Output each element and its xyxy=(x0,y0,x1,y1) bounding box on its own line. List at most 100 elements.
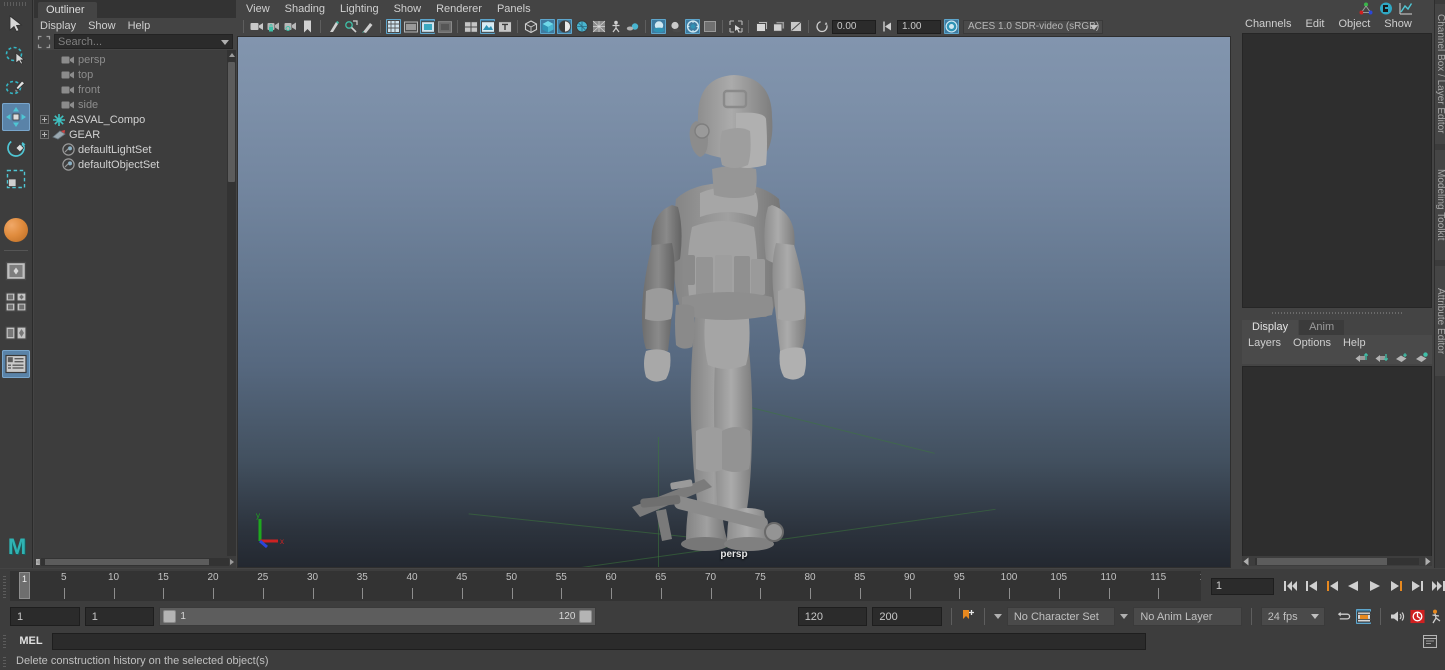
channel-box-list[interactable] xyxy=(1242,33,1432,308)
render-view-icon[interactable] xyxy=(788,19,803,34)
step-forward-keyframe-button[interactable] xyxy=(1409,579,1424,594)
outliner-item-defaultobjectset[interactable]: defaultObjectSet xyxy=(34,157,236,172)
outliner-item-side[interactable]: side xyxy=(34,97,236,112)
status-bar-grip[interactable] xyxy=(0,654,10,668)
hscroll-thumb[interactable] xyxy=(1257,558,1387,565)
lock-camera-icon[interactable] xyxy=(266,19,281,34)
expand-toggle-icon[interactable] xyxy=(40,115,49,124)
textured-shade-icon[interactable] xyxy=(574,19,589,34)
chevron-down-icon[interactable] xyxy=(1090,25,1098,30)
character-walk-button[interactable] xyxy=(1430,609,1445,624)
step-back-keyframe-button[interactable] xyxy=(1304,579,1319,594)
scroll-right-arrow-icon[interactable] xyxy=(230,559,234,565)
playback-speed-dropdown[interactable]: 24 fps xyxy=(1261,607,1325,626)
shadows-icon[interactable] xyxy=(668,19,683,34)
gate-mask-icon[interactable] xyxy=(437,19,452,34)
playback-end-time-field[interactable]: 120 xyxy=(798,607,868,626)
outliner-horizontal-scrollbar[interactable] xyxy=(34,556,236,568)
script-editor-button[interactable] xyxy=(1422,634,1437,649)
anim-layer-field[interactable]: No Anim Layer xyxy=(1133,607,1241,626)
motion-blur-icon[interactable] xyxy=(702,19,717,34)
chevron-down-icon[interactable] xyxy=(1311,614,1319,619)
viewport-menu-view[interactable]: View xyxy=(246,3,270,15)
scale-tool[interactable] xyxy=(2,165,30,193)
outliner-tree[interactable]: persptopfrontsideASVAL_CompoGEARdefaultL… xyxy=(34,50,236,556)
outliner-item-top[interactable]: top xyxy=(34,67,236,82)
time-slider[interactable]: 1 51015202530354045505560657075808590951… xyxy=(10,571,1201,601)
tab-display[interactable]: Display xyxy=(1242,320,1298,335)
outliner-item-persp[interactable]: persp xyxy=(34,52,236,67)
four-pane-layout[interactable] xyxy=(2,288,30,316)
viewport-snapshot-icon[interactable] xyxy=(754,19,769,34)
toolbox-grip[interactable] xyxy=(0,0,32,8)
wireframe-shading-icon[interactable] xyxy=(523,19,538,34)
sound-toggle-button[interactable] xyxy=(1390,609,1405,624)
xray-joints-icon[interactable] xyxy=(608,19,623,34)
use-default-light-icon[interactable] xyxy=(625,19,640,34)
show-manipulator-icon[interactable] xyxy=(1359,2,1373,15)
scroll-right-arrow-icon[interactable] xyxy=(1426,557,1431,565)
outliner-item-gear[interactable]: GEAR xyxy=(34,127,236,142)
outliner-vertical-scrollbar[interactable] xyxy=(227,50,236,556)
layer-menu-help[interactable]: Help xyxy=(1343,337,1366,349)
exposure-field[interactable]: 0.00 xyxy=(832,20,876,34)
paint-select-tool[interactable] xyxy=(2,72,30,100)
layer-list[interactable] xyxy=(1242,366,1432,562)
graph-editor-icon[interactable] xyxy=(1399,2,1413,15)
hscroll-track[interactable] xyxy=(1255,558,1419,565)
outliner-item-front[interactable]: front xyxy=(34,82,236,97)
layer-down-icon[interactable] xyxy=(1375,352,1388,363)
persp-outliner-layout[interactable] xyxy=(2,350,30,378)
playback-loop-button[interactable] xyxy=(1336,609,1351,624)
bookmark-icon[interactable] xyxy=(300,19,315,34)
chevron-down-icon[interactable] xyxy=(221,40,229,45)
scrollbar-thumb[interactable] xyxy=(228,62,235,182)
viewport-menu-panels[interactable]: Panels xyxy=(497,3,531,15)
two-d-pan-zoom-icon[interactable] xyxy=(343,19,358,34)
smooth-shade-icon[interactable] xyxy=(540,19,555,34)
3d-viewport[interactable]: y x persp xyxy=(237,36,1231,568)
viewport-menu-renderer[interactable]: Renderer xyxy=(436,3,482,15)
character-model[interactable] xyxy=(584,59,884,559)
outliner-menu-display[interactable]: Display xyxy=(40,20,76,32)
channel-menu-show[interactable]: Show xyxy=(1384,18,1412,30)
layer-menu-options[interactable]: Options xyxy=(1293,337,1331,349)
color-management-dropdown[interactable]: ACES 1.0 SDR-video (sRGB) xyxy=(963,20,1103,34)
scroll-left-arrow-icon[interactable] xyxy=(36,559,40,565)
material-swatch-button[interactable] xyxy=(2,216,30,244)
xray-shade-icon[interactable] xyxy=(591,19,606,34)
select-tool[interactable] xyxy=(2,10,30,38)
grease-pencil-icon[interactable] xyxy=(360,19,375,34)
channel-box-icon[interactable] xyxy=(1379,2,1393,15)
scroll-left-arrow-icon[interactable] xyxy=(1244,557,1249,565)
outliner-menu-show[interactable]: Show xyxy=(88,20,116,32)
isolate-select-icon[interactable] xyxy=(728,19,743,34)
hscroll-thumb[interactable] xyxy=(45,559,209,565)
exposure-reset-icon[interactable] xyxy=(814,19,829,34)
gamma-reset-icon[interactable] xyxy=(879,19,894,34)
two-pane-layout[interactable] xyxy=(2,319,30,347)
animation-settings-button[interactable] xyxy=(1410,609,1425,624)
anim-start-time-field[interactable]: 1 xyxy=(10,607,80,626)
range-start-handle[interactable] xyxy=(163,610,176,623)
range-slider[interactable]: 1 120 xyxy=(159,607,596,626)
hscroll-track[interactable] xyxy=(41,558,229,566)
playblast-button[interactable] xyxy=(1356,609,1371,624)
viewport-menu-lighting[interactable]: Lighting xyxy=(340,3,379,15)
scroll-up-arrow-icon[interactable] xyxy=(229,53,235,57)
render-region-icon[interactable] xyxy=(771,19,786,34)
shaded-wireframe-icon[interactable] xyxy=(557,19,572,34)
command-input[interactable] xyxy=(52,633,1146,650)
anim-end-time-field[interactable]: 200 xyxy=(872,607,942,626)
go-to-start-button[interactable] xyxy=(1283,579,1298,594)
film-gate-icon[interactable] xyxy=(403,19,418,34)
go-to-end-button[interactable] xyxy=(1430,579,1445,594)
expand-toggle-icon[interactable] xyxy=(40,130,49,139)
channel-menu-edit[interactable]: Edit xyxy=(1305,18,1324,30)
color-management-toggle-icon[interactable] xyxy=(944,19,959,34)
channel-menu-object[interactable]: Object xyxy=(1338,18,1370,30)
resolution-gate-icon[interactable] xyxy=(420,19,435,34)
all-lights-icon[interactable] xyxy=(651,19,666,34)
character-set-menu-icon[interactable] xyxy=(994,614,1002,619)
outliner-menu-help[interactable]: Help xyxy=(128,20,151,32)
